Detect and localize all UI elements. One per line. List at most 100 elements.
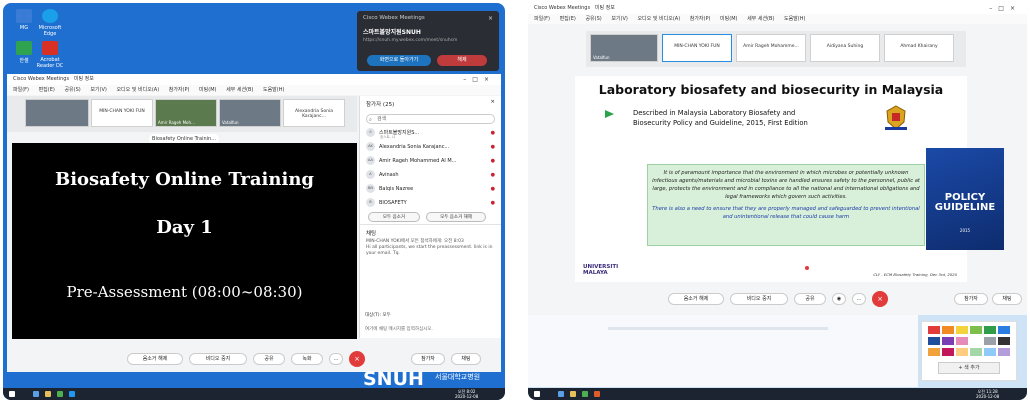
more-icon[interactable]: …: [329, 353, 343, 365]
folder-icon[interactable]: [45, 391, 51, 397]
color-swatch[interactable]: [956, 348, 968, 356]
taskbar-app-icon[interactable]: [69, 391, 75, 397]
mic-muted-icon[interactable]: ●: [491, 196, 495, 210]
color-swatch[interactable]: [928, 326, 940, 334]
end-meeting-button[interactable]: ×: [872, 291, 888, 307]
close-icon[interactable]: ×: [488, 15, 493, 22]
system-clock[interactable]: 오전 11:28 2020-12-08: [976, 389, 999, 399]
menu-edit[interactable]: 편집(E): [560, 16, 576, 22]
color-swatch[interactable]: [998, 337, 1010, 345]
taskbar-app-icon[interactable]: [558, 391, 564, 397]
end-meeting-button[interactable]: ×: [349, 351, 365, 367]
folder-icon[interactable]: [570, 391, 576, 397]
stop-video-button[interactable]: 비디오 중지: [730, 293, 788, 305]
participants-button[interactable]: 참가자: [954, 293, 988, 305]
participant-row[interactable]: AK Alexandria Sonia Karajanc... ●: [360, 140, 501, 154]
video-thumb[interactable]: Aidiyana Suhing: [810, 34, 880, 62]
unmute-button[interactable]: 음소거 해제: [668, 293, 724, 305]
menu-audio-video[interactable]: 오디오 및 비디오(A): [637, 16, 680, 22]
share-button[interactable]: 공유: [253, 353, 285, 365]
color-swatch[interactable]: [956, 326, 968, 334]
chat-button[interactable]: 채팅: [451, 353, 481, 365]
participant-row[interactable]: AA Amir Rageh Mohammed Al M... ●: [360, 154, 501, 168]
window-controls[interactable]: –□×: [463, 74, 495, 85]
stop-video-button[interactable]: 비디오 중지: [189, 353, 247, 365]
taskbar-app-icon[interactable]: [594, 391, 600, 397]
color-swatch[interactable]: [970, 348, 982, 356]
video-thumb[interactable]: [25, 99, 89, 127]
taskbar-app-icon[interactable]: [57, 391, 63, 397]
video-thumb[interactable]: Vatalfun: [219, 99, 281, 127]
meeting-info[interactable]: 미팅 정보: [74, 76, 94, 82]
color-swatch[interactable]: [956, 337, 968, 345]
desktop-icon-edge[interactable]: Microsoft Edge: [33, 9, 67, 37]
color-swatch[interactable]: [998, 326, 1010, 334]
taskbar-app-icon[interactable]: [582, 391, 588, 397]
unmute-all-button[interactable]: 모두 음소거 해제: [426, 212, 486, 222]
chat-button[interactable]: 채팅: [992, 293, 1022, 305]
menu-breakout[interactable]: 세부 세션(B): [226, 87, 253, 93]
share-button[interactable]: 공유: [794, 293, 826, 305]
participant-row[interactable]: 스 스마트볼망지원S... 호스트, 나 ●: [360, 126, 501, 140]
menu-meeting[interactable]: 미팅(M): [199, 87, 216, 93]
start-icon[interactable]: [9, 391, 15, 397]
menu-edit[interactable]: 편집(E): [39, 87, 55, 93]
video-thumb[interactable]: Amir Rageh Mohamme...: [736, 34, 806, 62]
mic-muted-icon[interactable]: ●: [491, 154, 495, 168]
participant-row[interactable]: B BIOSAFETY ●: [360, 196, 501, 210]
menu-participants[interactable]: 참가자(P): [690, 16, 711, 22]
participants-button[interactable]: 참가자: [411, 353, 445, 365]
system-clock[interactable]: 오전 8:02 2020-12-08: [455, 389, 478, 399]
record-icon[interactable]: ◉: [832, 293, 846, 305]
menu-help[interactable]: 도움말(H): [784, 16, 805, 22]
chat-input[interactable]: 여기에 채팅 메시지를 입력하십시오.: [365, 326, 433, 332]
color-swatch[interactable]: [984, 348, 996, 356]
color-swatch[interactable]: [928, 337, 940, 345]
close-icon[interactable]: ×: [490, 99, 495, 105]
video-thumb[interactable]: MIN-CHAN YOKI FUN: [91, 99, 153, 127]
menu-help[interactable]: 도움말(H): [263, 87, 284, 93]
participant-search-input[interactable]: ⌕ 검색: [366, 114, 495, 124]
mic-muted-icon[interactable]: ●: [491, 182, 495, 196]
menu-share[interactable]: 공유(S): [64, 87, 80, 93]
menu-share[interactable]: 공유(S): [585, 16, 601, 22]
taskbar-app-icon[interactable]: [33, 391, 39, 397]
mute-all-button[interactable]: 모두 음소거: [368, 212, 420, 222]
participant-row[interactable]: A Avinash ●: [360, 168, 501, 182]
start-icon[interactable]: [534, 391, 540, 397]
color-swatch[interactable]: [970, 337, 982, 345]
unmute-button[interactable]: 음소거 해제: [127, 353, 183, 365]
video-thumb[interactable]: Vatalfun: [590, 34, 658, 62]
meeting-info[interactable]: 미팅 정보: [595, 5, 615, 11]
mic-muted-icon[interactable]: ●: [491, 126, 495, 140]
participant-row[interactable]: BN Balqis Nazree ●: [360, 182, 501, 196]
menu-participants[interactable]: 참가자(P): [169, 87, 190, 93]
mic-muted-icon[interactable]: ●: [491, 140, 495, 154]
video-thumb[interactable]: Ahmad Khairany: [884, 34, 954, 62]
video-thumb[interactable]: Amir Rageh Moh...: [155, 99, 217, 127]
color-swatch[interactable]: [984, 326, 996, 334]
more-icon[interactable]: …: [852, 293, 866, 305]
desktop-icon-acrobat[interactable]: Acrobat Reader DC: [33, 41, 67, 69]
color-swatch[interactable]: [970, 326, 982, 334]
menu-meeting[interactable]: 미팅(M): [720, 16, 737, 22]
menu-view[interactable]: 보기(V): [611, 16, 628, 22]
dismiss-button[interactable]: 해제: [437, 55, 487, 66]
video-thumb[interactable]: Alexandria Sonia Karajanc...: [283, 99, 345, 127]
return-to-meeting-button[interactable]: 화면으로 돌아가기: [367, 55, 431, 66]
chat-recipient-select[interactable]: 대상(T): 모두: [365, 312, 391, 318]
color-swatch[interactable]: [984, 337, 996, 345]
mic-muted-icon[interactable]: ●: [491, 168, 495, 182]
menu-file[interactable]: 파일(F): [13, 87, 29, 93]
color-swatch[interactable]: [942, 337, 954, 345]
video-thumb[interactable]: MIN-CHAN YOKI FUN: [662, 34, 732, 62]
window-controls[interactable]: –□×: [989, 3, 1021, 14]
color-swatch[interactable]: [942, 348, 954, 356]
menu-view[interactable]: 보기(V): [90, 87, 107, 93]
menu-file[interactable]: 파일(F): [534, 16, 550, 22]
color-swatch[interactable]: [928, 348, 940, 356]
color-swatch[interactable]: [942, 326, 954, 334]
menu-breakout[interactable]: 세부 세션(B): [747, 16, 774, 22]
color-swatch[interactable]: [998, 348, 1010, 356]
record-button[interactable]: 녹화: [291, 353, 323, 365]
